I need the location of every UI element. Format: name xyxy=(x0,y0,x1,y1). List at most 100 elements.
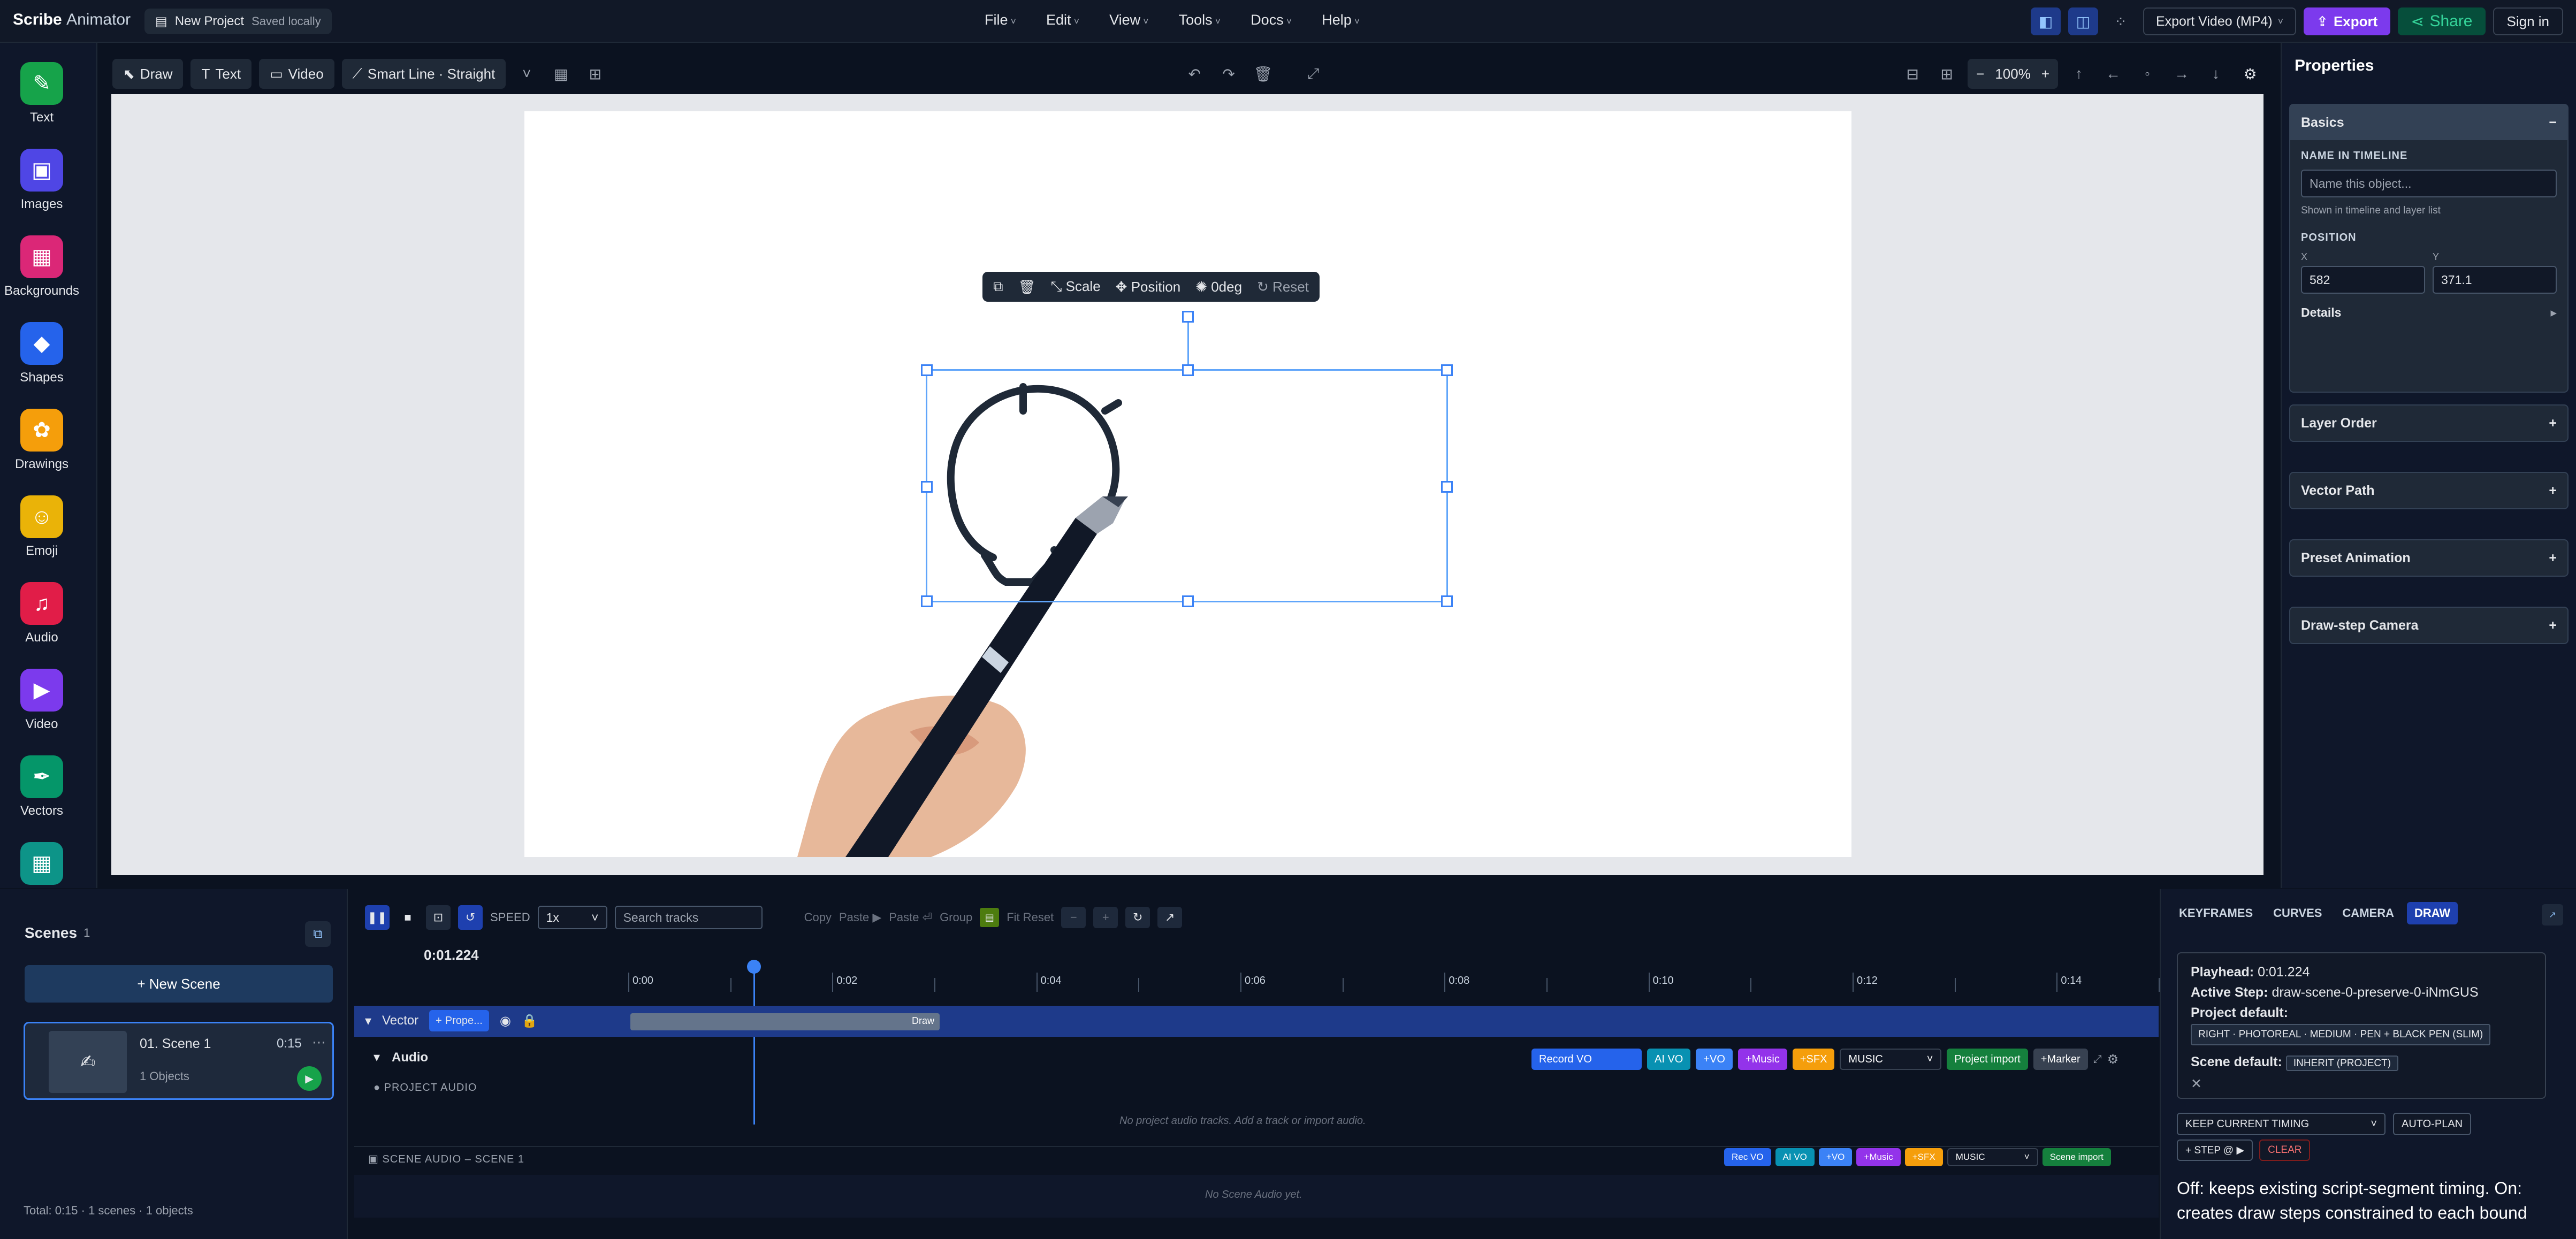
rail-item-shapes[interactable]: ◆ Shapes xyxy=(0,322,83,385)
scene-card[interactable]: ✍ 01. Scene 1 0:15 ⋯ 1 Objects ▶ xyxy=(24,1022,334,1100)
video-tool[interactable]: ▭ Video xyxy=(259,59,334,89)
draw-clip[interactable]: Draw xyxy=(630,1013,940,1030)
rail-item-backgrounds[interactable]: ▦ Backgrounds xyxy=(0,235,83,299)
scene-add-music-button[interactable]: +Music xyxy=(1856,1148,1901,1166)
pause-icon[interactable]: ❚❚ xyxy=(365,905,390,930)
resize-handle-sw[interactable] xyxy=(921,595,933,607)
rail-item-emoji[interactable]: ☺ Emoji xyxy=(0,495,83,559)
lock-icon[interactable]: 🔒 xyxy=(522,1013,538,1029)
scene-import-button[interactable]: Scene import xyxy=(2042,1148,2111,1166)
text-tool[interactable]: T Text xyxy=(190,59,252,89)
export-button[interactable]: ⇪ Export xyxy=(2304,7,2391,35)
tab-draw[interactable]: DRAW xyxy=(2406,902,2458,924)
tab-curves[interactable]: CURVES xyxy=(2266,902,2329,924)
duplicate-icon[interactable]: ⧉ xyxy=(993,278,1003,295)
resize-handle-se[interactable] xyxy=(1441,595,1453,607)
snap-icon[interactable]: ▤ xyxy=(980,908,1000,927)
paste-at-button[interactable]: Paste ⏎ xyxy=(889,911,932,924)
add-marker-button[interactable]: +Marker xyxy=(2033,1049,2088,1070)
record-vo-button[interactable]: Record VO xyxy=(1531,1049,1642,1070)
undo-icon[interactable]: ↶ xyxy=(1181,60,1208,87)
position-button[interactable]: ✥ Position xyxy=(1116,279,1181,295)
resize-handle-s[interactable] xyxy=(1182,595,1194,607)
record-icon[interactable]: ⊡ xyxy=(426,905,451,930)
properties-chip[interactable]: + Prope... xyxy=(429,1010,489,1031)
rail-item-more[interactable]: ▦ xyxy=(0,842,83,888)
new-scene-button[interactable]: + New Scene xyxy=(25,965,333,1003)
scene-add-sfx-button[interactable]: +SFX xyxy=(1904,1148,1943,1166)
rail-item-video[interactable]: ▶ Video xyxy=(0,669,83,732)
layout-grid-icon[interactable]: ⊟ xyxy=(1899,60,1926,87)
rail-item-audio[interactable]: ♫ Audio xyxy=(0,582,83,645)
resize-handle-n[interactable] xyxy=(1182,364,1194,376)
add-vo-button[interactable]: +VO xyxy=(1696,1049,1733,1070)
copy-scenes-icon[interactable]: ⧉ xyxy=(305,921,331,947)
layout-split-icon[interactable]: ◫ xyxy=(2068,7,2098,35)
copy-button[interactable]: Copy xyxy=(804,911,832,924)
align-bottom-icon[interactable]: ↓ xyxy=(2202,60,2229,87)
rotate-handle[interactable] xyxy=(1182,311,1194,323)
x-input[interactable]: 582 xyxy=(2301,266,2425,294)
popout-icon[interactable]: ↗ xyxy=(2542,904,2563,926)
draw-step-camera-section[interactable]: Draw-step Camera + xyxy=(2289,607,2569,644)
settings-icon[interactable]: ⚙ xyxy=(2107,1052,2119,1067)
menu-view[interactable]: View xyxy=(1109,12,1149,28)
rec-vo-button[interactable]: Rec VO xyxy=(1724,1148,1771,1166)
rotation-button[interactable]: ✺ 0deg xyxy=(1195,279,1242,295)
auto-plan-button[interactable]: AUTO-PLAN xyxy=(2393,1113,2472,1135)
details-toggle[interactable]: Details ▸ xyxy=(2301,305,2557,320)
music-select[interactable]: MUSIC ˅ xyxy=(1840,1049,1942,1070)
scale-button[interactable]: ⤡ Scale xyxy=(1051,278,1101,295)
align-center-icon[interactable]: ◦ xyxy=(2134,60,2161,87)
playhead-handle[interactable] xyxy=(747,960,761,974)
stop-icon[interactable]: ■ xyxy=(397,911,418,924)
menu-help[interactable]: Help xyxy=(1322,12,1360,28)
grid-icon[interactable]: ▦ xyxy=(547,60,574,87)
search-tracks-input[interactable]: Search tracks xyxy=(614,906,763,929)
zoom-out-icon[interactable]: − xyxy=(1976,66,1984,82)
chevron-down-icon[interactable]: ˅ xyxy=(513,60,540,87)
align-top-icon[interactable]: ↑ xyxy=(2066,60,2092,87)
add-sfx-button[interactable]: +SFX xyxy=(1792,1049,1835,1070)
trash-icon[interactable]: 🗑 xyxy=(1249,60,1276,87)
project-default-chip[interactable]: RIGHT · PHOTOREAL · MEDIUM · PEN + BLACK… xyxy=(2191,1024,2491,1045)
draw-tool[interactable]: ⬉ Draw xyxy=(112,59,184,89)
export-format-select[interactable]: Export Video (MP4) ˅ xyxy=(2143,7,2297,35)
pin-icon[interactable]: ⤢ xyxy=(2093,1053,2102,1066)
zoom-in-icon[interactable]: + xyxy=(2041,66,2049,82)
smart-line-tool[interactable]: ⟋ Smart Line · Straight xyxy=(341,59,506,89)
time-ruler[interactable]: 0:00 0:02 0:04 0:06 0:08 0:10 0:12 0:14 xyxy=(628,963,2160,992)
project-import-button[interactable]: Project import xyxy=(1947,1049,2028,1070)
selection-box[interactable] xyxy=(921,311,1453,607)
share-button[interactable]: ⋖ Share xyxy=(2398,7,2486,35)
rail-item-images[interactable]: ▣ Images xyxy=(0,149,83,212)
preset-animation-section[interactable]: Preset Animation + xyxy=(2289,539,2569,577)
reset-button[interactable]: ↻ Reset xyxy=(1257,279,1309,295)
delete-icon[interactable]: 🗑 xyxy=(1018,279,1036,295)
layout-list-icon[interactable]: ⊞ xyxy=(1933,60,1960,87)
scene-add-vo-button[interactable]: +VO xyxy=(1818,1148,1853,1166)
ai-vo-button[interactable]: AI VO xyxy=(1647,1049,1691,1070)
visibility-icon[interactable]: ◉ xyxy=(500,1013,511,1029)
grid-large-icon[interactable]: ⊞ xyxy=(582,60,608,87)
collapse-track-icon[interactable]: ▾ xyxy=(365,1013,371,1029)
resize-handle-e[interactable] xyxy=(1441,481,1453,493)
settings-gear-icon[interactable]: ⚙ xyxy=(2237,60,2263,87)
vector-path-section[interactable]: Vector Path + xyxy=(2289,472,2569,509)
scene-music-select[interactable]: MUSIC ˅ xyxy=(1947,1148,2038,1166)
basics-header[interactable]: Basics − xyxy=(2290,105,2567,140)
resize-handle-nw[interactable] xyxy=(921,364,933,376)
clear-steps-button[interactable]: CLEAR xyxy=(2259,1139,2311,1161)
speed-select[interactable]: 1x ˅ xyxy=(537,906,607,929)
zoom-out-timeline-icon[interactable]: − xyxy=(1061,907,1086,928)
redo-icon[interactable]: ↷ xyxy=(1215,60,1242,87)
resize-handle-w[interactable] xyxy=(921,481,933,493)
rail-item-text[interactable]: ✎ Text xyxy=(0,62,83,125)
rail-item-vectors[interactable]: ✒ Vectors xyxy=(0,755,83,819)
scene-ai-vo-button[interactable]: AI VO xyxy=(1775,1148,1815,1166)
rail-item-drawings[interactable]: ✿ Drawings xyxy=(0,409,83,472)
scene-default-chip[interactable]: INHERIT (PROJECT) xyxy=(2285,1056,2399,1071)
collapse-audio-icon[interactable]: ▾ xyxy=(374,1050,380,1065)
expand-icon[interactable]: ↗ xyxy=(1157,907,1183,928)
tab-camera[interactable]: CAMERA xyxy=(2335,902,2402,924)
